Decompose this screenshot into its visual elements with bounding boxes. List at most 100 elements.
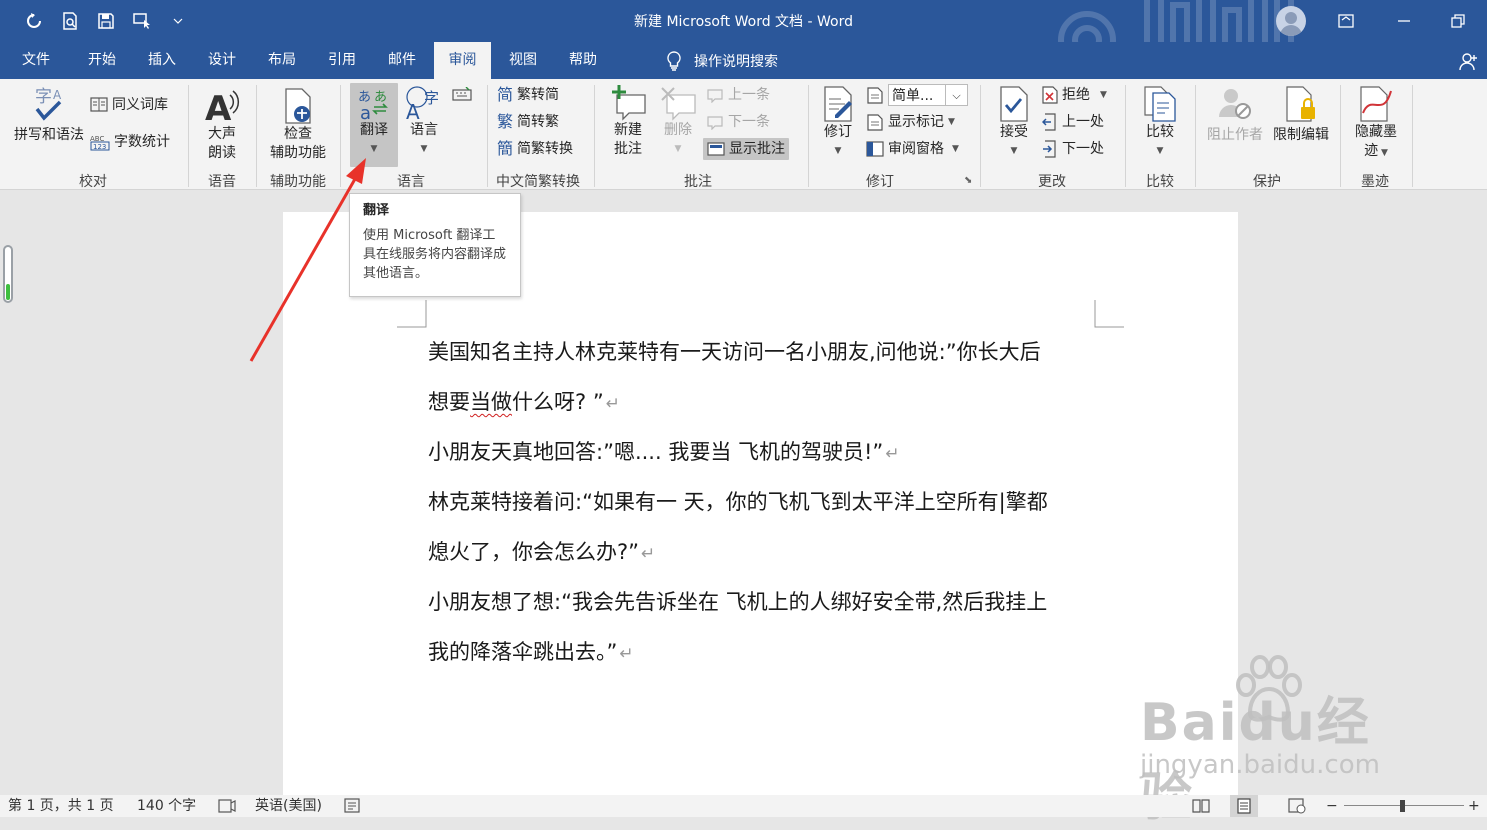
paragraph-text: 熄火了，你会怎么办?” [428,540,640,564]
group-separator [487,85,488,187]
group-label-ink: 墨迹 [1361,174,1389,190]
check-accessibility-button[interactable]: 检查 辅助功能 [264,87,332,163]
tab-layout[interactable]: 布局 [256,42,308,79]
print-layout-icon[interactable] [1230,795,1258,817]
group-separator [1340,85,1341,187]
tab-references[interactable]: 引用 [316,42,368,79]
margin-corner-mark [397,300,427,328]
language-status[interactable]: 英语(美国) [255,795,322,817]
block-authors-button[interactable]: 阻止作者 [1204,85,1266,145]
accept-button[interactable]: 接受 ▼ [992,85,1036,161]
restrict-editing-label: 限制编辑 [1273,127,1329,143]
svg-text:A: A [406,100,420,121]
show-markup-button[interactable]: 显示标记 ▼ [866,111,955,133]
traditional-to-simplified-button[interactable]: 简 繁转简 [497,84,559,106]
group-separator [256,85,257,187]
next-change-button[interactable]: 下一处 [1042,138,1104,160]
tell-me-search[interactable]: 操作说明搜索 [666,42,778,79]
language-button[interactable]: 字A 语言 ▼ [404,85,444,159]
hide-ink-button[interactable]: 隐藏墨 迹 ▼ [1348,85,1404,163]
restore-icon[interactable] [1446,9,1470,33]
share-user-icon[interactable] [1459,51,1479,75]
simplified-to-traditional-button[interactable]: 繁 简转繁 [497,111,559,133]
watermark: Baidu经验 jingyan.baidu.com [1140,655,1420,828]
misspelled-word[interactable]: 当做 [470,390,512,414]
avatar[interactable] [1276,6,1306,36]
tab-insert[interactable]: 插入 [136,42,188,79]
tab-review[interactable]: 审阅 [434,42,491,79]
minimize-icon[interactable] [1392,9,1416,33]
group-label-compare: 比较 [1146,174,1174,190]
reviewing-pane-dropdown-icon: ▼ [952,144,959,154]
zoom-slider-thumb[interactable] [1400,800,1405,812]
ribbon-tabs: 文件 开始 插入 设计 布局 引用 邮件 审阅 视图 帮助 操作说明搜索 [0,42,1487,79]
markup-select[interactable]: 简单... ⌵ [866,84,968,106]
reviewing-pane-icon [866,141,884,157]
compare-button[interactable]: 比较 ▼ [1136,85,1184,161]
tab-help[interactable]: 帮助 [557,42,609,79]
word-count-status[interactable]: 140 个字 [137,795,196,817]
reviewing-pane-button[interactable]: 审阅窗格 ▼ [866,138,959,160]
tab-view[interactable]: 视图 [497,42,549,79]
track-changes-button[interactable]: 修订 ▼ [816,85,860,161]
margin-corner-mark [1094,300,1124,328]
next-change-label: 下一处 [1062,141,1104,157]
translate-icon: ああa [358,90,388,121]
track-changes-icon [824,86,852,122]
document-line: 我的降落伞跳出去。” ↵ [428,637,634,669]
delete-comment-button[interactable]: 删除 ▼ [656,85,700,159]
tell-me-label: 操作说明搜索 [694,53,778,70]
previous-comment-label: 上一条 [728,87,770,103]
previous-change-label: 上一处 [1062,114,1104,130]
chevron-down-icon[interactable]: ⌵ [945,85,967,105]
svg-text:字: 字 [35,87,52,107]
tab-home[interactable]: 开始 [76,42,128,79]
group-label-language: 语言 [397,174,425,190]
paragraph-text: 小朋友天真地回答:”嗯.... 我要当 飞机的驾驶员!” [428,440,884,464]
zoom-in-button[interactable]: + [1468,795,1480,817]
previous-change-icon [1042,113,1056,131]
window-title: 新建 Microsoft Word 文档 - Word [634,14,853,30]
next-comment-button[interactable]: 下一条 [706,111,770,133]
show-comments-button[interactable]: 显示批注 [703,138,789,160]
page-count[interactable]: 第 1 页，共 1 页 [8,795,114,817]
tab-file[interactable]: 文件 [10,42,62,79]
tab-mailings[interactable]: 邮件 [376,42,428,79]
group-label-speech: 语音 [208,174,236,190]
translate-label: 翻译 [360,122,388,138]
translate-dropdown-icon: ▼ [370,144,378,154]
compare-dropdown-icon: ▼ [1156,146,1164,156]
track-dropdown-icon: ▼ [834,146,842,156]
paragraph-text: 林克莱特接着问:“如果有一 天，你的飞机飞到太平洋上空所有|擎都 [428,490,1048,514]
markup-select-field[interactable]: 简单... ⌵ [888,84,968,106]
thesaurus-button[interactable]: 同义词库 [90,94,168,116]
show-comments-label: 显示批注 [729,141,785,157]
previous-change-button[interactable]: 上一处 [1042,111,1104,133]
word-count-button[interactable]: ABC 123 字数统计 [90,131,170,153]
hide-ink-icon [1360,86,1392,122]
read-aloud-button[interactable]: A 大声 朗读 [196,87,248,163]
paragraph-mark: ↵ [605,394,620,414]
restrict-editing-button[interactable]: 限制编辑 [1270,85,1332,145]
accept-label: 接受 [1000,124,1028,140]
tracking-options-launcher-icon[interactable]: ⬊ [964,175,972,186]
reject-button[interactable]: 拒绝 ▼ [1042,84,1107,106]
track-changes-label: 修订 [824,124,852,140]
accept-icon [1000,86,1028,122]
chinese-conversion-button[interactable]: 簡 简繁转换 [497,138,573,160]
next-comment-label: 下一条 [728,114,770,130]
scroll-indicator[interactable] [3,245,13,303]
new-comment-button[interactable]: 新建 批注 [604,85,652,159]
previous-comment-button[interactable]: 上一条 [706,84,770,106]
translate-button[interactable]: ああa 翻译 ▼ [350,83,398,167]
show-markup-label: 显示标记 [888,114,944,130]
reject-dropdown-icon: ▼ [1100,90,1107,100]
group-label-tracking: 修订 [866,174,894,190]
spelling-grammar-button[interactable]: 字A 拼写和语法 [10,85,88,145]
language-label: 语言 [410,122,438,138]
ribbon-display-options-icon[interactable] [1334,9,1358,33]
set-proofing-language-button[interactable] [452,86,472,105]
simp-to-trad-icon: 繁 [497,112,514,131]
tab-design[interactable]: 设计 [196,42,248,79]
zoom-out-button[interactable]: − [1326,795,1338,817]
